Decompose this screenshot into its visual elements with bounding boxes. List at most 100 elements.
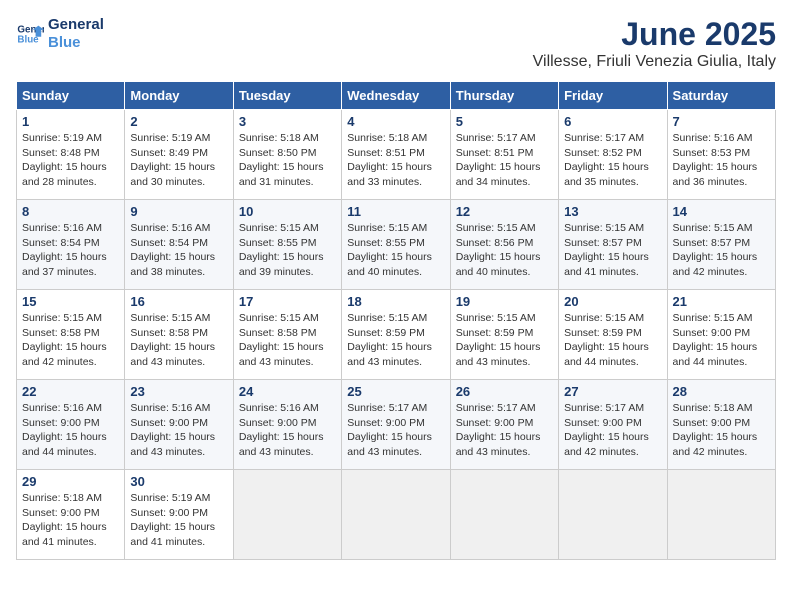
- day-info: Sunrise: 5:16 AM Sunset: 9:00 PM Dayligh…: [130, 401, 227, 460]
- calendar-cell: 5 Sunrise: 5:17 AM Sunset: 8:51 PM Dayli…: [450, 110, 558, 200]
- day-info: Sunrise: 5:16 AM Sunset: 8:54 PM Dayligh…: [130, 221, 227, 280]
- logo-icon: General Blue: [16, 20, 44, 48]
- calendar-cell: 28 Sunrise: 5:18 AM Sunset: 9:00 PM Dayl…: [667, 380, 775, 470]
- day-number: 4: [347, 114, 444, 129]
- calendar-cell: [233, 470, 341, 560]
- calendar-cell: [342, 470, 450, 560]
- day-info: Sunrise: 5:16 AM Sunset: 8:54 PM Dayligh…: [22, 221, 119, 280]
- day-info: Sunrise: 5:18 AM Sunset: 8:50 PM Dayligh…: [239, 131, 336, 190]
- day-info: Sunrise: 5:18 AM Sunset: 9:00 PM Dayligh…: [22, 491, 119, 550]
- week-row-5: 29 Sunrise: 5:18 AM Sunset: 9:00 PM Dayl…: [17, 470, 776, 560]
- calendar-cell: 13 Sunrise: 5:15 AM Sunset: 8:57 PM Dayl…: [559, 200, 667, 290]
- calendar-cell: 14 Sunrise: 5:15 AM Sunset: 8:57 PM Dayl…: [667, 200, 775, 290]
- header-saturday: Saturday: [667, 82, 775, 110]
- day-info: Sunrise: 5:19 AM Sunset: 8:49 PM Dayligh…: [130, 131, 227, 190]
- day-number: 19: [456, 294, 553, 309]
- calendar-cell: 7 Sunrise: 5:16 AM Sunset: 8:53 PM Dayli…: [667, 110, 775, 200]
- calendar-cell: 6 Sunrise: 5:17 AM Sunset: 8:52 PM Dayli…: [559, 110, 667, 200]
- day-number: 15: [22, 294, 119, 309]
- day-info: Sunrise: 5:15 AM Sunset: 8:58 PM Dayligh…: [130, 311, 227, 370]
- day-number: 21: [673, 294, 770, 309]
- day-number: 30: [130, 474, 227, 489]
- day-info: Sunrise: 5:16 AM Sunset: 8:53 PM Dayligh…: [673, 131, 770, 190]
- day-number: 28: [673, 384, 770, 399]
- calendar-cell: 12 Sunrise: 5:15 AM Sunset: 8:56 PM Dayl…: [450, 200, 558, 290]
- calendar-cell: [667, 470, 775, 560]
- calendar-cell: 2 Sunrise: 5:19 AM Sunset: 8:49 PM Dayli…: [125, 110, 233, 200]
- day-number: 26: [456, 384, 553, 399]
- day-info: Sunrise: 5:18 AM Sunset: 8:51 PM Dayligh…: [347, 131, 444, 190]
- logo-text-blue: Blue: [48, 34, 104, 52]
- calendar-cell: 9 Sunrise: 5:16 AM Sunset: 8:54 PM Dayli…: [125, 200, 233, 290]
- day-number: 17: [239, 294, 336, 309]
- calendar-cell: 21 Sunrise: 5:15 AM Sunset: 9:00 PM Dayl…: [667, 290, 775, 380]
- header-friday: Friday: [559, 82, 667, 110]
- day-number: 23: [130, 384, 227, 399]
- header-wednesday: Wednesday: [342, 82, 450, 110]
- day-info: Sunrise: 5:15 AM Sunset: 8:57 PM Dayligh…: [564, 221, 661, 280]
- day-number: 27: [564, 384, 661, 399]
- day-info: Sunrise: 5:15 AM Sunset: 8:55 PM Dayligh…: [239, 221, 336, 280]
- day-info: Sunrise: 5:15 AM Sunset: 9:00 PM Dayligh…: [673, 311, 770, 370]
- calendar-cell: 29 Sunrise: 5:18 AM Sunset: 9:00 PM Dayl…: [17, 470, 125, 560]
- calendar-cell: 24 Sunrise: 5:16 AM Sunset: 9:00 PM Dayl…: [233, 380, 341, 470]
- day-number: 2: [130, 114, 227, 129]
- day-number: 7: [673, 114, 770, 129]
- header-monday: Monday: [125, 82, 233, 110]
- day-number: 20: [564, 294, 661, 309]
- day-info: Sunrise: 5:15 AM Sunset: 8:56 PM Dayligh…: [456, 221, 553, 280]
- title-block: June 2025 Villesse, Friuli Venezia Giuli…: [533, 16, 776, 71]
- calendar-cell: 18 Sunrise: 5:15 AM Sunset: 8:59 PM Dayl…: [342, 290, 450, 380]
- day-number: 16: [130, 294, 227, 309]
- day-number: 5: [456, 114, 553, 129]
- day-number: 10: [239, 204, 336, 219]
- day-number: 25: [347, 384, 444, 399]
- day-info: Sunrise: 5:17 AM Sunset: 9:00 PM Dayligh…: [347, 401, 444, 460]
- day-info: Sunrise: 5:19 AM Sunset: 8:48 PM Dayligh…: [22, 131, 119, 190]
- calendar-cell: 3 Sunrise: 5:18 AM Sunset: 8:50 PM Dayli…: [233, 110, 341, 200]
- calendar-cell: 16 Sunrise: 5:15 AM Sunset: 8:58 PM Dayl…: [125, 290, 233, 380]
- calendar-cell: [559, 470, 667, 560]
- day-number: 13: [564, 204, 661, 219]
- header-sunday: Sunday: [17, 82, 125, 110]
- logo-text-general: General: [48, 16, 104, 34]
- day-number: 8: [22, 204, 119, 219]
- day-number: 3: [239, 114, 336, 129]
- day-number: 6: [564, 114, 661, 129]
- calendar-cell: 20 Sunrise: 5:15 AM Sunset: 8:59 PM Dayl…: [559, 290, 667, 380]
- week-row-3: 15 Sunrise: 5:15 AM Sunset: 8:58 PM Dayl…: [17, 290, 776, 380]
- day-number: 14: [673, 204, 770, 219]
- day-info: Sunrise: 5:17 AM Sunset: 8:52 PM Dayligh…: [564, 131, 661, 190]
- day-number: 12: [456, 204, 553, 219]
- day-info: Sunrise: 5:17 AM Sunset: 9:00 PM Dayligh…: [456, 401, 553, 460]
- weekday-header-row: Sunday Monday Tuesday Wednesday Thursday…: [17, 82, 776, 110]
- day-info: Sunrise: 5:17 AM Sunset: 9:00 PM Dayligh…: [564, 401, 661, 460]
- calendar-cell: 11 Sunrise: 5:15 AM Sunset: 8:55 PM Dayl…: [342, 200, 450, 290]
- logo: General Blue General Blue: [16, 16, 104, 52]
- day-info: Sunrise: 5:15 AM Sunset: 8:59 PM Dayligh…: [347, 311, 444, 370]
- day-info: Sunrise: 5:15 AM Sunset: 8:55 PM Dayligh…: [347, 221, 444, 280]
- day-number: 9: [130, 204, 227, 219]
- calendar-cell: 15 Sunrise: 5:15 AM Sunset: 8:58 PM Dayl…: [17, 290, 125, 380]
- calendar-cell: 17 Sunrise: 5:15 AM Sunset: 8:58 PM Dayl…: [233, 290, 341, 380]
- calendar-cell: 8 Sunrise: 5:16 AM Sunset: 8:54 PM Dayli…: [17, 200, 125, 290]
- header-tuesday: Tuesday: [233, 82, 341, 110]
- day-info: Sunrise: 5:15 AM Sunset: 8:58 PM Dayligh…: [22, 311, 119, 370]
- calendar-cell: 10 Sunrise: 5:15 AM Sunset: 8:55 PM Dayl…: [233, 200, 341, 290]
- calendar-cell: 19 Sunrise: 5:15 AM Sunset: 8:59 PM Dayl…: [450, 290, 558, 380]
- week-row-2: 8 Sunrise: 5:16 AM Sunset: 8:54 PM Dayli…: [17, 200, 776, 290]
- calendar-cell: 23 Sunrise: 5:16 AM Sunset: 9:00 PM Dayl…: [125, 380, 233, 470]
- day-number: 24: [239, 384, 336, 399]
- calendar-cell: [450, 470, 558, 560]
- day-info: Sunrise: 5:19 AM Sunset: 9:00 PM Dayligh…: [130, 491, 227, 550]
- day-info: Sunrise: 5:16 AM Sunset: 9:00 PM Dayligh…: [22, 401, 119, 460]
- calendar-cell: 1 Sunrise: 5:19 AM Sunset: 8:48 PM Dayli…: [17, 110, 125, 200]
- day-info: Sunrise: 5:15 AM Sunset: 8:58 PM Dayligh…: [239, 311, 336, 370]
- day-info: Sunrise: 5:18 AM Sunset: 9:00 PM Dayligh…: [673, 401, 770, 460]
- day-info: Sunrise: 5:15 AM Sunset: 8:57 PM Dayligh…: [673, 221, 770, 280]
- page-header: General Blue General Blue June 2025 Vill…: [16, 16, 776, 71]
- calendar-cell: 27 Sunrise: 5:17 AM Sunset: 9:00 PM Dayl…: [559, 380, 667, 470]
- day-info: Sunrise: 5:15 AM Sunset: 8:59 PM Dayligh…: [456, 311, 553, 370]
- calendar-cell: 22 Sunrise: 5:16 AM Sunset: 9:00 PM Dayl…: [17, 380, 125, 470]
- day-number: 1: [22, 114, 119, 129]
